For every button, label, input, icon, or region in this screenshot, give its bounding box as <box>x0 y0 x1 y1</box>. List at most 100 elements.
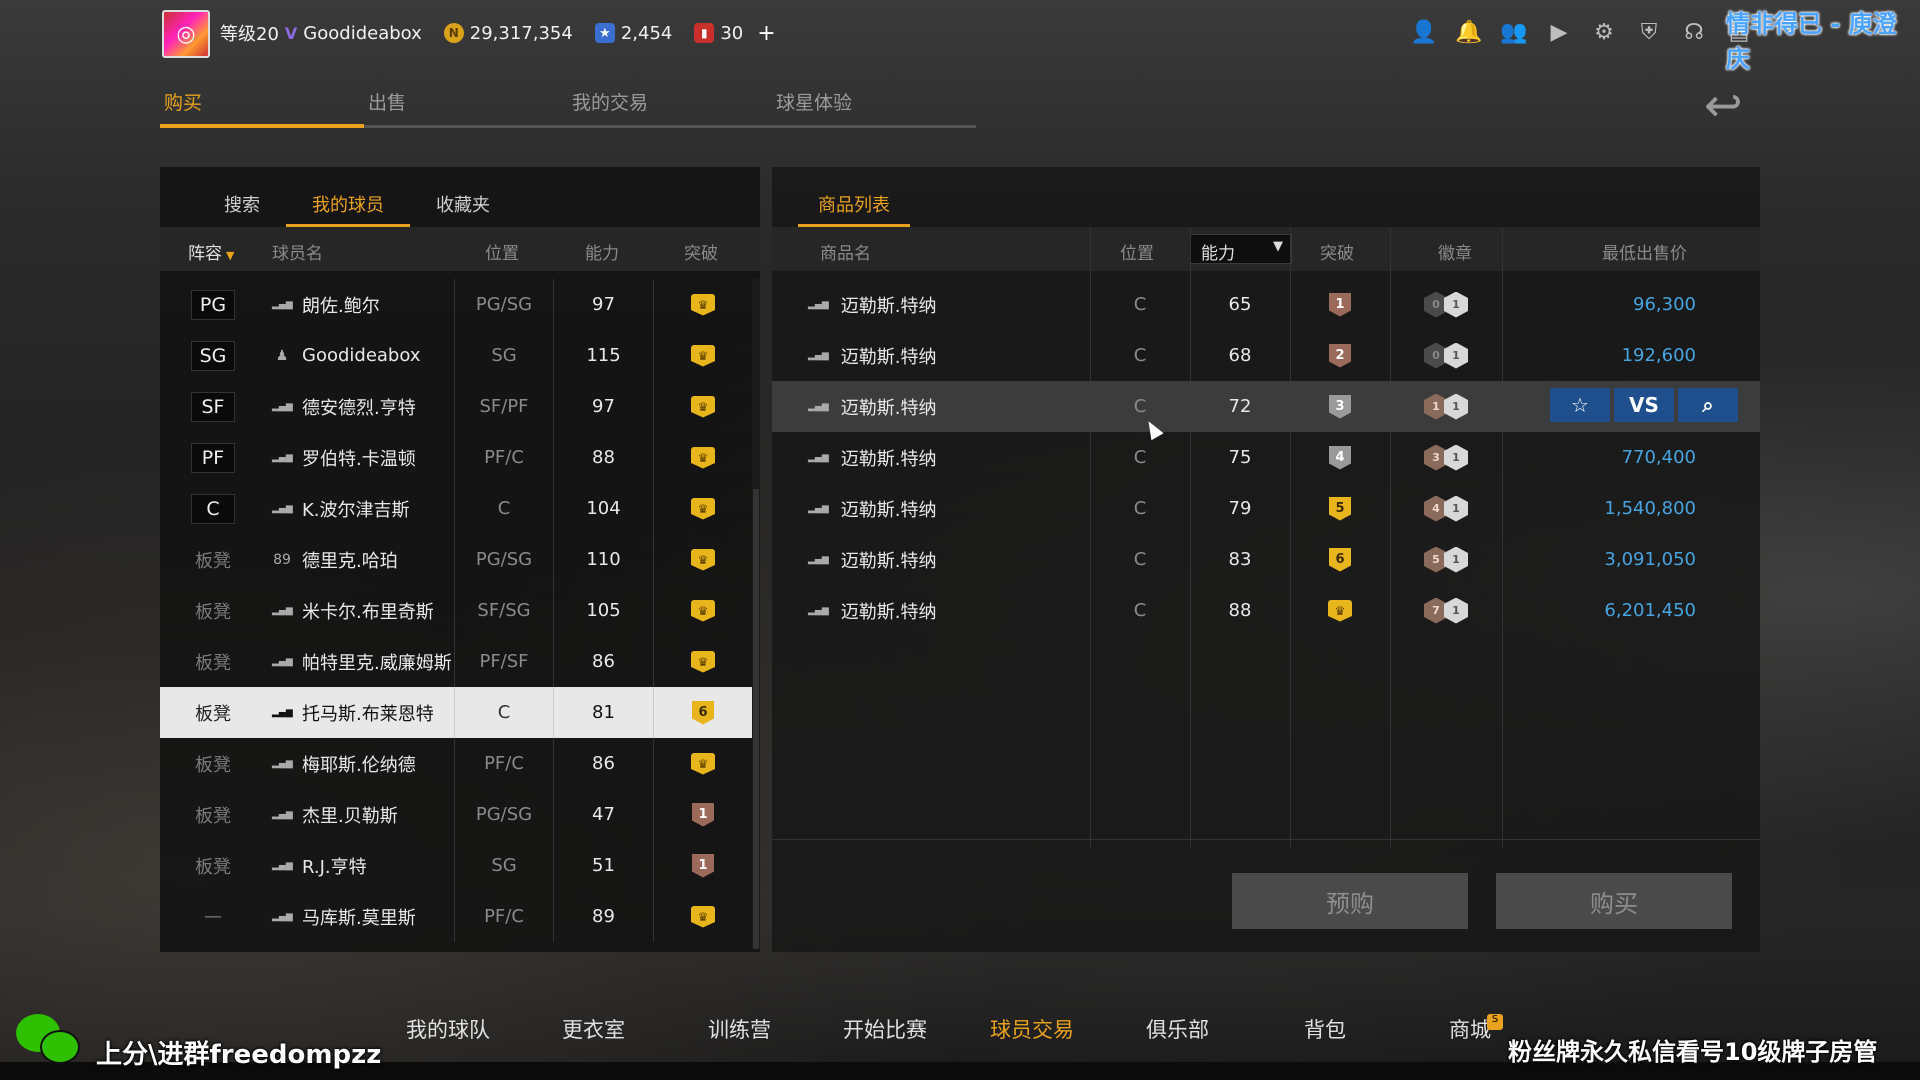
player-subtabs: 搜索 我的球员 收藏夹 <box>160 167 760 227</box>
header-player-name: 球员名 <box>272 244 323 264</box>
item-position: C <box>1133 600 1147 621</box>
headset-icon[interactable]: ☊ <box>1680 18 1708 46</box>
stream-promo-left: 上分\进群freedompzz <box>96 1040 382 1070</box>
signal-bars-icon: ▂▄▆ <box>272 758 293 769</box>
item-position: C <box>1133 345 1147 366</box>
player-position: PF/C <box>454 891 554 942</box>
search-icon[interactable]: ⌕ <box>1678 388 1738 422</box>
player-row[interactable]: SF ▂▄▆ 德安德烈.亨特 SF/PF 97 ♛ <box>160 381 752 432</box>
player-row[interactable]: C ▂▄▆ K.波尔津吉斯 C 104 ♛ <box>160 483 752 534</box>
player-row[interactable]: PF ▂▄▆ 罗伯特.卡温顿 PF/C 88 ♛ <box>160 432 752 483</box>
bell-icon[interactable]: 🔔 <box>1455 18 1483 46</box>
add-currency-button[interactable]: + <box>757 21 775 46</box>
tab-my-players[interactable]: 我的球员 <box>286 167 410 227</box>
item-name: 迈勒斯.特纳 <box>840 499 937 521</box>
market-row[interactable]: ▂▄▆ 迈勒斯.特纳 C 75 4 3 1 770,400 <box>772 432 1760 483</box>
coin-icon: N <box>443 23 464 43</box>
player-row[interactable]: 板凳 ▂▄▆ 梅耶斯.伦纳德 PF/C 86 ♛ <box>160 738 752 789</box>
lineup-slot-label: 板凳 <box>195 652 231 674</box>
top-icon-bar: 👤 🔔 👥 ▶ ⚙ ⛨ ☊ ▤ <box>1410 18 1753 46</box>
player-breakthrough: ♛ <box>654 381 752 432</box>
player-name-cell: 89 德里克.哈珀 <box>266 534 454 585</box>
player-row[interactable]: PG ▂▄▆ 朗佐.鲍尔 PG/SG 97 ♛ <box>160 279 752 330</box>
player-ability: 89 <box>554 891 654 942</box>
nav-my-team[interactable]: 我的球队 <box>406 1014 490 1044</box>
player-row[interactable]: 板凳 89 德里克.哈珀 PG/SG 110 ♛ <box>160 534 752 585</box>
signal-bars-icon: ▂▄▆ <box>272 860 293 871</box>
settings-icon[interactable]: ⚙ <box>1590 18 1618 46</box>
player-row[interactable]: 板凳 ▂▄▆ R.J.亨特 SG 51 1 <box>160 840 752 891</box>
nav-club[interactable]: 俱乐部 <box>1146 1014 1209 1044</box>
signal-bars-icon: ▂▄▆ <box>272 605 293 616</box>
nav-backpack[interactable]: 背包 <box>1304 1014 1346 1044</box>
row-actions: ☆ VS ⌕ <box>1550 388 1738 422</box>
signal-bars-icon: ▂▄▆ <box>272 707 293 718</box>
nav-start-game[interactable]: 开始比赛 <box>843 1014 927 1044</box>
buy-button[interactable]: 购买 <box>1496 873 1732 929</box>
item-position: C <box>1133 396 1147 417</box>
header-item-breakthrough: 突破 <box>1320 244 1354 264</box>
market-row[interactable]: ▂▄▆ 迈勒斯.特纳 C 65 1 0 1 96,300 <box>772 279 1760 330</box>
back-icon[interactable]: ↩ <box>1704 78 1743 132</box>
market-row[interactable]: ▂▄▆ 迈勒斯.特纳 C 68 2 0 1 192,600 <box>772 330 1760 381</box>
star-icon[interactable]: ☆ <box>1550 388 1610 422</box>
tab-star-experience[interactable]: 球星体验 <box>772 88 976 128</box>
player-row[interactable]: 板凳 ▂▄▆ 托马斯.布莱恩特 C 81 6 <box>160 687 752 738</box>
market-row[interactable]: ▂▄▆ 迈勒斯.特纳 C 79 5 4 1 1,540,800 <box>772 483 1760 534</box>
player-name-cell: ▂▄▆ 杰里.贝勒斯 <box>266 789 454 840</box>
player-name-cell: ▂▄▆ 梅耶斯.伦纳德 <box>266 738 454 789</box>
compare-vs-button[interactable]: VS <box>1614 388 1674 422</box>
market-row[interactable]: ▂▄▆ 迈勒斯.特纳 C 83 6 5 1 3,091,050 <box>772 534 1760 585</box>
friends-icon[interactable]: 👥 <box>1500 18 1528 46</box>
player-name-cell: ▂▄▆ 帕特里克.威廉姆斯 <box>266 636 454 687</box>
player-row[interactable]: 板凳 ▂▄▆ 杰里.贝勒斯 PG/SG 47 1 <box>160 789 752 840</box>
player-row[interactable]: 板凳 ▂▄▆ 帕特里克.威廉姆斯 PF/SF 86 ♛ <box>160 636 752 687</box>
players-list: PG ▂▄▆ 朗佐.鲍尔 PG/SG 97 ♛ SG ♟ Goodideabox SG 115 ♛ SF… <box>160 279 752 942</box>
lineup-slot: SF <box>160 381 266 432</box>
nav-player-trade[interactable]: 球员交易 <box>990 1014 1074 1044</box>
player-row[interactable]: 板凳 ▂▄▆ 米卡尔.布里奇斯 SF/SG 105 ♛ <box>160 585 752 636</box>
signal-bars-icon: ▂▄▆ <box>272 503 293 514</box>
player-ability: 51 <box>554 840 654 891</box>
badge-hex-icon: 1 <box>1444 393 1468 420</box>
players-scrollbar[interactable] <box>752 279 760 949</box>
item-position: C <box>1133 294 1147 315</box>
stream-song-overlay: 情非得已 - 庾澄庆 <box>1726 10 1897 73</box>
player-name: 托马斯.布莱恩特 <box>302 703 434 725</box>
player-name: 朗佐.鲍尔 <box>302 295 380 317</box>
lineup-slot-label: — <box>204 906 222 927</box>
player-breakthrough: ♛ <box>654 279 752 330</box>
player-row[interactable]: — ▂▄▆ 马库斯.莫里斯 PF/C 89 ♛ <box>160 891 752 942</box>
scrollbar-thumb[interactable] <box>753 489 759 949</box>
tab-favorites[interactable]: 收藏夹 <box>410 167 516 227</box>
nav-shop[interactable]: 商城S <box>1449 1014 1503 1044</box>
video-icon[interactable]: ▶ <box>1545 18 1573 46</box>
badge-hex-icon: 1 <box>1444 546 1468 573</box>
signal-bars-icon: ▂▄▆ <box>808 554 829 565</box>
player-avatar[interactable]: ◎ <box>162 10 210 58</box>
tab-item-list[interactable]: 商品列表 <box>798 167 910 227</box>
player-row[interactable]: SG ♟ Goodideabox SG 115 ♛ <box>160 330 752 381</box>
lineup-slot: 板凳 <box>160 585 266 636</box>
signal-bars-icon: ▂▄▆ <box>272 401 293 412</box>
market-row[interactable]: ▂▄▆ 迈勒斯.特纳 C 72 3 1 1 ☆ VS ⌕ <box>772 381 1760 432</box>
shield-icon[interactable]: ⛨ <box>1635 18 1663 46</box>
lineup-sort-header[interactable]: 阵容 ▼ <box>188 239 234 264</box>
badge-hex-icon: 1 <box>1444 495 1468 522</box>
nav-locker-room[interactable]: 更衣室 <box>562 1014 625 1044</box>
preorder-button[interactable]: 预购 <box>1232 873 1468 929</box>
profile-icon[interactable]: 👤 <box>1410 18 1438 46</box>
coin-balance: 29,317,354 <box>469 22 573 44</box>
breakthrough-level-badge: 6 <box>1329 547 1351 572</box>
market-row[interactable]: ▂▄▆ 迈勒斯.特纳 C 88 ♛ 7 1 6,201,450 <box>772 585 1760 636</box>
item-breakthrough: 5 <box>1290 483 1390 534</box>
tab-buy[interactable]: 购买 <box>160 88 364 128</box>
player-name: 马库斯.莫里斯 <box>302 907 416 929</box>
breakthrough-crown-icon: ♛ <box>691 395 715 418</box>
tab-search[interactable]: 搜索 <box>194 167 286 227</box>
sort-dropdown[interactable]: 能力 ▼ <box>1190 234 1292 264</box>
tab-my-trades[interactable]: 我的交易 <box>568 88 772 128</box>
nav-training-camp[interactable]: 训练营 <box>708 1014 771 1044</box>
signal-bars-icon: ▂▄▆ <box>808 401 829 412</box>
tab-sell[interactable]: 出售 <box>364 88 568 128</box>
